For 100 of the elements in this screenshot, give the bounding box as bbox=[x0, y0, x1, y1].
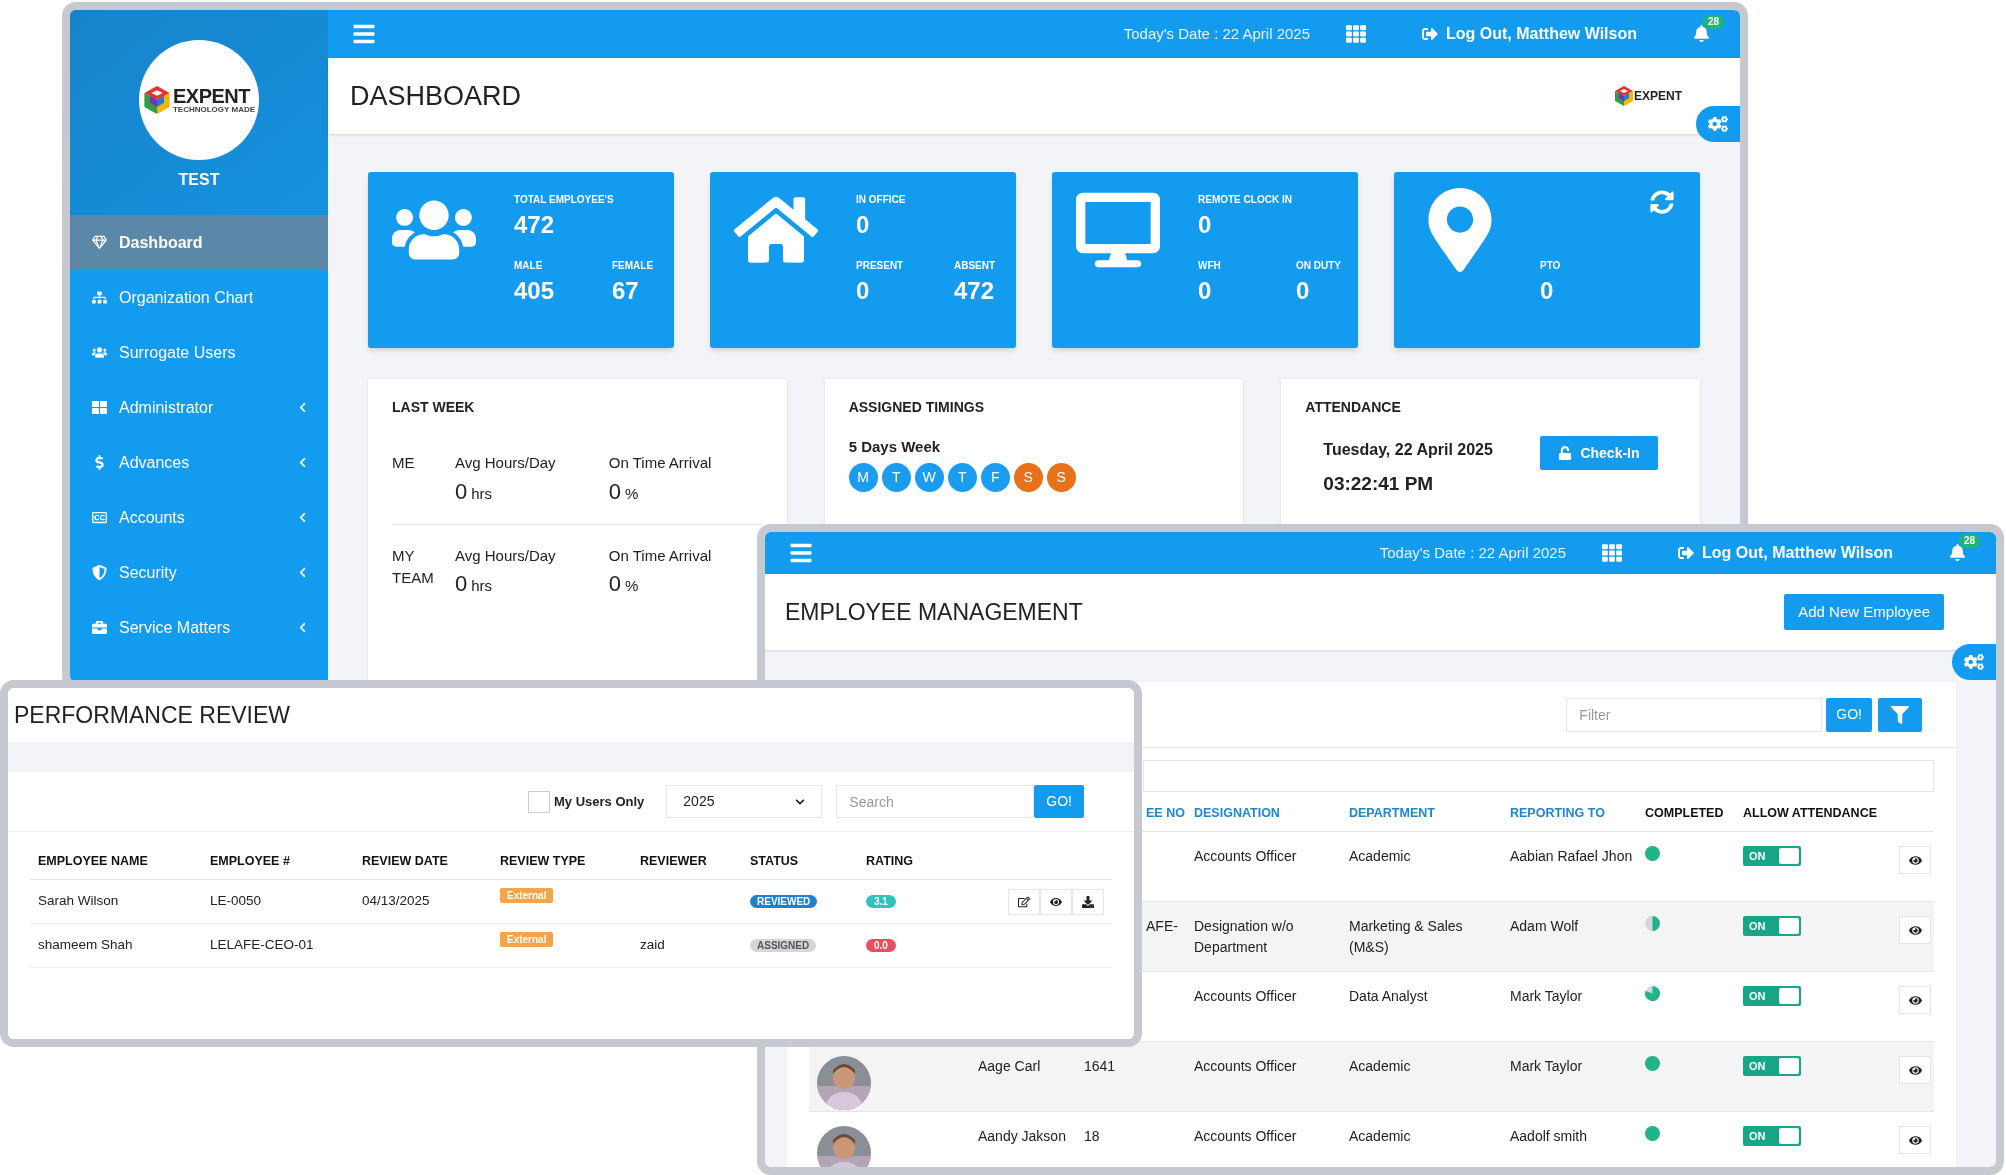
menu-icon[interactable] bbox=[789, 541, 813, 565]
column-header: REVIEW DATE bbox=[362, 853, 449, 871]
refresh-icon[interactable] bbox=[1650, 190, 1674, 214]
column-header[interactable]: REPORTING TO bbox=[1510, 805, 1605, 820]
go-button[interactable]: GO! bbox=[1034, 785, 1084, 818]
apps-grid-icon[interactable] bbox=[1346, 24, 1367, 44]
table-cell-text: Accounts Officer bbox=[1194, 1057, 1298, 1076]
checkbox-label: My Users Only bbox=[554, 792, 645, 811]
table-cell: 1641 bbox=[1084, 1058, 1116, 1074]
stat-value: 0 bbox=[1198, 210, 1213, 240]
column-header: EMPLOYEE # bbox=[210, 853, 291, 871]
logo-tagline: TECHNOLOGY MADE bbox=[172, 106, 256, 114]
checkbox[interactable] bbox=[528, 790, 550, 813]
table-cell-text: shameem Shah bbox=[38, 936, 134, 955]
panel-title: ASSIGNED TIMINGS bbox=[848, 398, 985, 417]
metric-unit: % bbox=[625, 483, 639, 504]
view-icon[interactable] bbox=[1899, 986, 1931, 1014]
search-field[interactable]: Search bbox=[836, 785, 1035, 818]
apps-grid-icon[interactable] bbox=[1602, 543, 1623, 563]
attendance-toggle[interactable]: ON bbox=[1743, 986, 1801, 1006]
review-type-tag: External bbox=[500, 888, 554, 903]
table-cell-text: Accounts Officer bbox=[1194, 847, 1298, 866]
logout-link[interactable]: Log Out, Matthew Wilson bbox=[1678, 541, 1893, 565]
stat-value: 0 bbox=[1540, 276, 1555, 306]
briefcase-icon bbox=[92, 620, 107, 635]
metric-label: Avg Hours/Day bbox=[455, 453, 557, 473]
view-icon[interactable] bbox=[1040, 888, 1072, 915]
stat-label: ABSENT bbox=[954, 259, 997, 273]
sidebar-item[interactable]: Dashboard bbox=[70, 215, 328, 270]
sidebar-label: Accounts bbox=[119, 507, 186, 528]
attendance-time: 03:22:41 PM bbox=[1323, 472, 1435, 496]
shield-icon bbox=[92, 565, 107, 580]
stat-label: TOTAL EMPLOYEE'S bbox=[514, 193, 615, 207]
card-icon bbox=[92, 510, 107, 525]
sidebar-item[interactable]: Administrator bbox=[70, 380, 328, 435]
stat-label: IN OFFICE bbox=[856, 193, 907, 207]
go-button[interactable]: GO! bbox=[1826, 697, 1872, 732]
sidebar-item[interactable]: Surrogate Users bbox=[70, 325, 328, 380]
view-icon[interactable] bbox=[1899, 916, 1931, 944]
check-in-button[interactable]: Check-In bbox=[1540, 436, 1658, 470]
filter-field[interactable]: Filter bbox=[1566, 697, 1823, 732]
stat-value: 0 bbox=[1198, 276, 1213, 306]
page-title: PERFORMANCE REVIEW bbox=[14, 700, 291, 730]
schedule-name: 5 Days Week bbox=[848, 437, 942, 457]
table-cell-text: Designation w/o Department bbox=[1194, 917, 1295, 957]
column-header: REVIEWER bbox=[640, 853, 708, 871]
sidebar-item[interactable]: Advances bbox=[70, 435, 328, 490]
table-cell-text: Academic bbox=[1349, 847, 1412, 866]
attendance-toggle[interactable]: ON bbox=[1743, 846, 1801, 866]
metric-value: 0 bbox=[608, 477, 622, 506]
table-cell-text: Accounts Officer bbox=[1194, 987, 1298, 1006]
table-cell-text: Aabian Rafael Jhon bbox=[1510, 847, 1634, 866]
sidebar-item[interactable]: Accounts bbox=[70, 490, 328, 545]
search-field[interactable] bbox=[1143, 760, 1934, 792]
notification-count: 28 bbox=[1703, 15, 1725, 29]
view-icon[interactable] bbox=[1899, 1126, 1931, 1154]
logout-link[interactable]: Log Out, Matthew Wilson bbox=[1422, 22, 1637, 46]
menu-icon[interactable] bbox=[352, 22, 376, 46]
sidebar-item[interactable]: Service Matters bbox=[70, 600, 328, 655]
settings-icon[interactable] bbox=[1696, 106, 1740, 142]
stat-value: 0 bbox=[1296, 276, 1311, 306]
row-label: ME bbox=[392, 453, 416, 473]
settings-icon[interactable] bbox=[1952, 644, 1996, 680]
metric-label: On Time Arrival bbox=[608, 453, 713, 473]
table-cell-text: 04/13/2025 bbox=[362, 892, 431, 911]
notifications-icon[interactable] bbox=[1693, 25, 1710, 42]
attendance-toggle[interactable]: ON bbox=[1743, 916, 1801, 936]
download-icon[interactable] bbox=[1072, 888, 1104, 915]
attendance-toggle[interactable]: ON bbox=[1743, 1056, 1801, 1076]
sidebar-label: Organization Chart bbox=[119, 287, 255, 308]
stat-value: 472 bbox=[514, 210, 556, 240]
column-header[interactable]: DEPARTMENT bbox=[1349, 805, 1435, 820]
date-text: Today's Date : 22 April 2025 bbox=[1123, 23, 1311, 44]
attendance-toggle[interactable]: ON bbox=[1743, 1126, 1801, 1146]
edit-icon[interactable] bbox=[1008, 888, 1040, 915]
table-cell-text: Aandy Jakson bbox=[978, 1127, 1067, 1146]
notifications-icon[interactable] bbox=[1949, 544, 1966, 561]
table-cell: AFE- bbox=[1146, 918, 1178, 934]
metric-value: 0 bbox=[455, 570, 468, 598]
column-header[interactable]: ALLOW ATTENDANCE bbox=[1743, 805, 1877, 820]
stat-label: FEMALE bbox=[612, 259, 655, 273]
column-header[interactable]: EE NO bbox=[1146, 805, 1185, 820]
logo-text: EXPENT bbox=[172, 86, 252, 106]
row-label: MY TEAM bbox=[392, 545, 435, 588]
add-employee-button[interactable]: Add New Employee bbox=[1784, 594, 1944, 630]
status-tag: REVIEWED bbox=[750, 895, 818, 909]
stat-label: MALE bbox=[514, 259, 544, 273]
sidebar-item[interactable]: Organization Chart bbox=[70, 270, 328, 325]
table-cell-text: Data Analyst bbox=[1349, 987, 1429, 1006]
filter-icon[interactable] bbox=[1878, 697, 1922, 732]
sidebar-label: Surrogate Users bbox=[119, 342, 237, 363]
column-header[interactable]: DESIGNATION bbox=[1194, 805, 1280, 820]
view-icon[interactable] bbox=[1899, 846, 1931, 874]
sidebar-item[interactable]: Security bbox=[70, 545, 328, 600]
metric-label: On Time Arrival bbox=[608, 545, 713, 566]
view-icon[interactable] bbox=[1899, 1056, 1931, 1084]
users-icon bbox=[92, 345, 107, 360]
column-header[interactable]: COMPLETED bbox=[1645, 805, 1724, 820]
year-select[interactable]: 2025 bbox=[666, 785, 823, 818]
stat-value: 67 bbox=[612, 276, 640, 306]
